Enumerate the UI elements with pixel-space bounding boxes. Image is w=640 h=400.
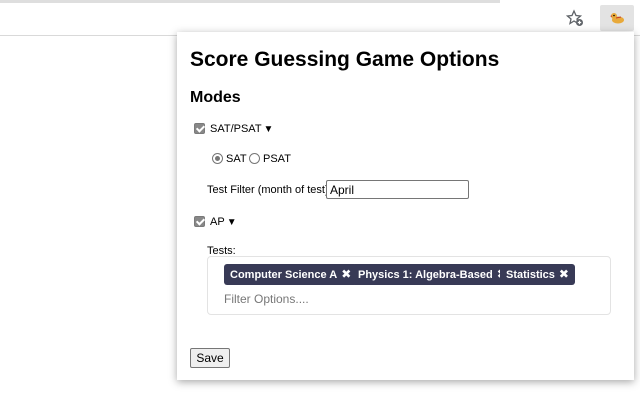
ap-label: AP <box>210 216 225 228</box>
test-tag-label: Computer Science A <box>230 269 338 281</box>
test-tag-label: Statistics <box>506 269 555 281</box>
ap-toggle[interactable]: AP ▼ <box>210 216 237 228</box>
remove-icon[interactable]: ✖ <box>341 267 351 281</box>
sat-psat-toggle[interactable]: SAT/PSAT ▼ <box>210 123 273 135</box>
sat-psat-checkbox[interactable] <box>194 123 205 134</box>
test-filter-label: Test Filter (month of test): <box>207 184 332 196</box>
caret-down-icon: ▼ <box>226 217 237 228</box>
test-tag: Physics 1: Algebra-Based✖ <box>352 264 513 285</box>
remove-icon[interactable]: ✖ <box>559 267 569 281</box>
sat-psat-label: SAT/PSAT <box>210 123 262 135</box>
address-bar-edge <box>0 0 500 3</box>
save-button[interactable]: Save <box>190 348 230 368</box>
browser-toolbar <box>0 0 640 36</box>
bookmark-star-icon[interactable] <box>565 9 584 27</box>
psat-radio-label: PSAT <box>263 153 291 165</box>
test-tag: Computer Science A ✖ <box>224 264 358 285</box>
test-tag: Statistics ✖ <box>500 264 575 285</box>
test-filter-input[interactable] <box>326 180 469 199</box>
modes-heading: Modes <box>190 89 241 106</box>
psat-radio[interactable] <box>249 153 260 164</box>
duck-icon <box>610 13 624 24</box>
filter-options-input[interactable]: Filter Options.... <box>224 292 309 306</box>
page-title: Score Guessing Game Options <box>190 48 500 71</box>
caret-down-icon: ▼ <box>263 124 274 135</box>
sat-radio-label: SAT <box>226 153 247 165</box>
options-popup: Score Guessing Game Options Modes SAT/PS… <box>177 32 634 380</box>
ap-checkbox[interactable] <box>194 216 205 227</box>
tests-multiselect[interactable]: Computer Science A ✖ Physics 1: Algebra-B… <box>207 256 611 315</box>
extension-button[interactable] <box>600 5 634 31</box>
sat-radio[interactable] <box>212 153 223 164</box>
test-tag-label: Physics 1: Algebra-Based <box>358 269 493 281</box>
